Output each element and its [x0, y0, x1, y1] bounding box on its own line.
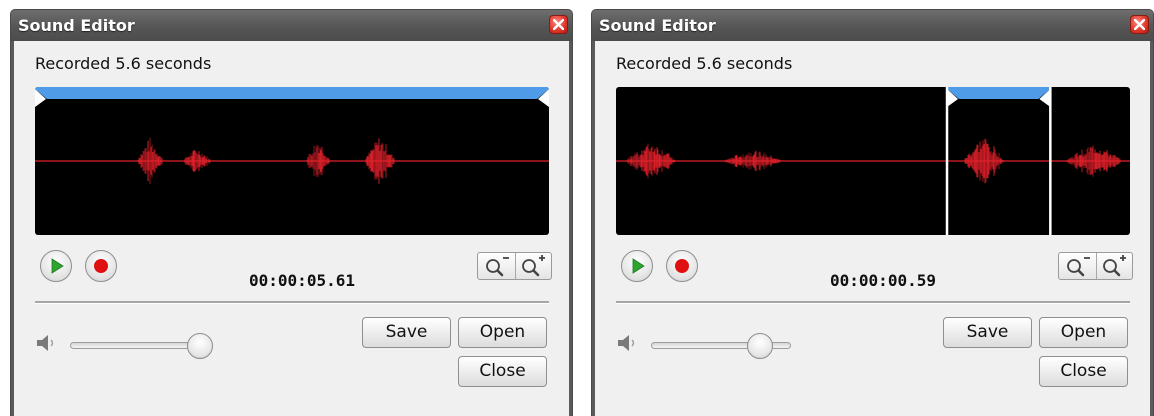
volume-thumb[interactable]	[187, 333, 214, 359]
sound-editor-dialog-1: Sound Editor Recorded 5.6 seconds 00:00:…	[10, 9, 573, 416]
volume-thumb[interactable]	[747, 333, 774, 359]
save-button[interactable]: Save	[943, 317, 1032, 348]
zoom-controls	[477, 252, 552, 280]
recorded-status: Recorded 5.6 seconds	[616, 54, 793, 73]
zoom-controls	[1058, 252, 1133, 280]
speaker-icon	[618, 335, 635, 351]
waveform-display[interactable]	[616, 87, 1130, 235]
record-icon	[94, 259, 108, 273]
play-button[interactable]	[621, 250, 653, 282]
close-icon[interactable]	[1130, 15, 1149, 34]
play-icon	[51, 258, 64, 274]
recorded-status: Recorded 5.6 seconds	[35, 54, 212, 73]
waveform-display[interactable]	[35, 87, 549, 235]
dialog-content: Recorded 5.6 seconds 00:00:05.61 Save Op…	[14, 41, 569, 416]
speaker-icon	[37, 335, 54, 351]
close-button[interactable]: Close	[1039, 356, 1128, 387]
close-icon[interactable]	[549, 15, 568, 34]
zoom-out-button[interactable]	[1059, 253, 1096, 279]
zoom-out-button[interactable]	[478, 253, 515, 279]
timecode: 00:00:05.61	[249, 271, 355, 290]
zoom-in-icon	[522, 255, 545, 277]
dialog-title: Sound Editor	[18, 16, 135, 35]
zoom-in-icon	[1103, 255, 1126, 277]
close-button[interactable]: Close	[458, 356, 547, 387]
selection-bar[interactable]	[35, 87, 549, 109]
play-icon	[632, 258, 645, 274]
record-button[interactable]	[85, 250, 117, 282]
zoom-in-button[interactable]	[1097, 253, 1134, 279]
titlebar[interactable]: Sound Editor	[592, 10, 1153, 41]
open-button[interactable]: Open	[1039, 317, 1128, 348]
divider	[35, 301, 549, 304]
divider	[616, 301, 1130, 304]
open-button[interactable]: Open	[458, 317, 547, 348]
zoom-out-icon	[486, 257, 509, 277]
timecode: 00:00:00.59	[830, 271, 936, 290]
dialog-content: Recorded 5.6 seconds 00:00:00.59 Save Op…	[595, 41, 1150, 416]
record-button[interactable]	[666, 250, 698, 282]
selection-bar[interactable]	[616, 87, 1130, 235]
zoom-out-icon	[1067, 257, 1090, 277]
play-button[interactable]	[40, 250, 72, 282]
sound-editor-dialog-2: Sound Editor Recorded 5.6 seconds 00:00:…	[591, 9, 1154, 416]
save-button[interactable]: Save	[362, 317, 451, 348]
titlebar[interactable]: Sound Editor	[11, 10, 572, 41]
waveform	[35, 137, 549, 185]
record-icon	[675, 259, 689, 273]
zoom-in-button[interactable]	[516, 253, 553, 279]
dialog-title: Sound Editor	[599, 16, 716, 35]
